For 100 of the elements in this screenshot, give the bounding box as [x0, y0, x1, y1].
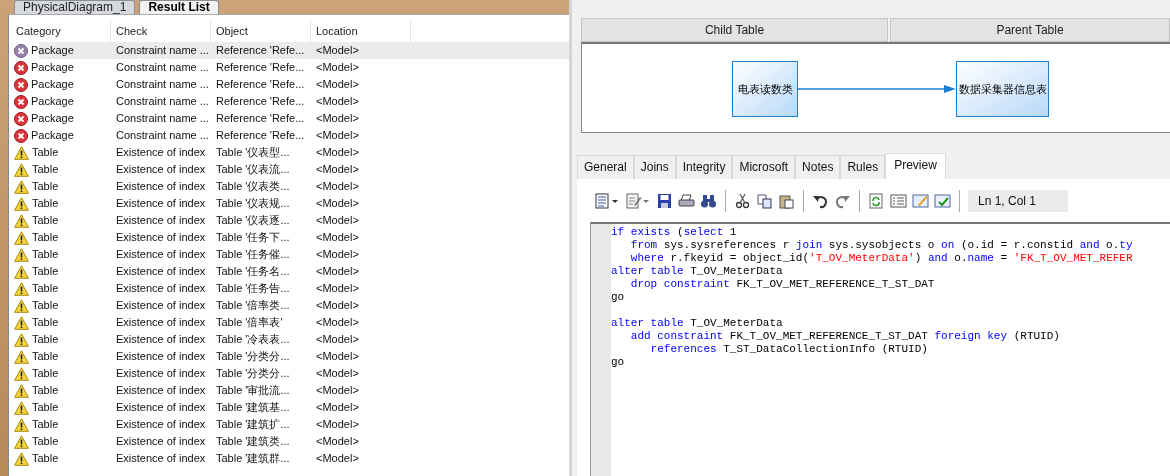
code-line: if exists (select 1 — [611, 226, 738, 239]
edit-dropdown-icon[interactable] — [625, 193, 651, 209]
property-tab[interactable]: Joins — [633, 155, 676, 179]
category-cell-text: Table — [32, 400, 59, 415]
category-cell-text: Table — [32, 349, 59, 364]
check-cell-text: Existence of index — [115, 400, 207, 415]
location-cell-text: <Model> — [315, 60, 360, 75]
object-cell-text: Table '审批流... — [215, 383, 291, 398]
check-cell-text: Constraint name ... — [115, 111, 210, 126]
category-cell-text: Table — [32, 315, 59, 330]
list-dropdown-icon[interactable] — [594, 193, 620, 209]
property-tab[interactable]: Integrity — [675, 155, 733, 179]
print-icon[interactable] — [678, 193, 695, 209]
object-cell-text: Table '建筑群... — [215, 451, 291, 466]
object-cell-text: Table '分类分... — [215, 366, 291, 381]
category-cell-text: Table — [32, 247, 59, 262]
location-cell-text: <Model> — [315, 128, 360, 143]
paste-icon[interactable] — [778, 193, 795, 209]
location-cell-text: <Model> — [315, 162, 360, 177]
save-icon[interactable] — [656, 193, 673, 209]
category-cell-text: Table — [32, 298, 59, 313]
category-cell-text: Table — [32, 213, 59, 228]
check-cell-text: Existence of index — [115, 162, 207, 177]
category-cell-text: Table — [32, 179, 59, 194]
column-header[interactable]: Location — [311, 20, 411, 42]
check-cell-text: Existence of index — [115, 264, 207, 279]
undo-icon[interactable] — [812, 193, 829, 209]
object-cell-text: Reference 'Refe... — [215, 60, 306, 75]
location-cell-text: <Model> — [315, 451, 360, 466]
location-cell-text: <Model> — [315, 43, 360, 58]
table-node[interactable]: 数据采集器信息表 — [956, 61, 1049, 117]
object-cell-text: Reference 'Refe... — [215, 94, 306, 109]
refresh-icon[interactable] — [868, 193, 885, 209]
code-line: drop constraint FK_T_OV_MET_REFERENCE_T_ST_DAT — [629, 278, 936, 291]
column-header[interactable]: Category — [11, 20, 111, 42]
location-cell-text: <Model> — [315, 111, 360, 126]
object-cell-text: Table '建筑基... — [215, 400, 291, 415]
category-cell-text: Table — [32, 230, 59, 245]
column-header: Child Table — [581, 18, 888, 42]
check-cell-text: Existence of index — [115, 315, 207, 330]
location-cell-text: <Model> — [315, 400, 360, 415]
object-cell-text: Table '任务告... — [215, 281, 291, 296]
category-cell-text: Package — [31, 77, 74, 92]
object-cell-text: Table '倍率类... — [215, 298, 291, 313]
location-cell-text: <Model> — [315, 298, 360, 313]
category-cell-text: Package — [31, 43, 74, 58]
object-cell-text: Table '任务催... — [215, 247, 291, 262]
code-line: alter table T_OV_MeterData — [611, 317, 784, 330]
check-cell-text: Existence of index — [115, 179, 207, 194]
location-cell-text: <Model> — [315, 196, 360, 211]
object-cell-text: Table '建筑类... — [215, 434, 291, 449]
check-cell-text: Existence of index — [115, 332, 207, 347]
selected-row[interactable]: Package Constraint name ... Reference 'Refe... <Model> — [11, 42, 569, 59]
column-header[interactable]: Object — [211, 20, 311, 42]
check-cell-text: Existence of index — [115, 213, 207, 228]
location-cell-text: <Model> — [315, 264, 360, 279]
binoculars-icon[interactable] — [700, 193, 717, 209]
copy-icon[interactable] — [756, 193, 773, 209]
category-cell-text: Table — [32, 162, 59, 177]
document-tab[interactable]: PhysicalDiagram_1 — [14, 0, 136, 14]
location-cell-text: <Model> — [315, 332, 360, 347]
object-cell-text: Table '任务名... — [215, 264, 291, 279]
category-cell-text: Package — [31, 94, 74, 109]
category-cell-text: Table — [32, 451, 59, 466]
category-cell-text: Package — [31, 111, 74, 126]
category-cell-text: Table — [32, 434, 59, 449]
location-cell-text: <Model> — [315, 247, 360, 262]
table-node[interactable]: 电表读数类 — [732, 61, 798, 117]
document-tab[interactable]: Result List — [139, 0, 219, 14]
code-line: go — [611, 356, 626, 369]
category-cell-text: Table — [32, 417, 59, 432]
check-cell-text: Constraint name ... — [115, 60, 210, 75]
property-tab[interactable]: Notes — [795, 155, 841, 179]
location-cell-text: <Model> — [315, 94, 360, 109]
column-header: Parent Table — [890, 18, 1170, 42]
check-cell-text: Existence of index — [115, 434, 207, 449]
check-cell-text: Existence of index — [115, 417, 207, 432]
scissors-icon[interactable] — [734, 193, 751, 209]
object-cell-text: Table '冷表表... — [215, 332, 291, 347]
category-cell-text: Table — [32, 383, 59, 398]
category-cell-text: Table — [32, 332, 59, 347]
check-cell-text: Existence of index — [115, 298, 207, 313]
category-cell-text: Package — [31, 60, 74, 75]
code-line: from sys.sysreferences r join sys.sysobjects o on (o.id = r.constid and o.ty — [629, 239, 1133, 252]
property-tab[interactable]: General — [577, 155, 634, 179]
check-cell-text: Existence of index — [115, 281, 207, 296]
check-cell-text: Existence of index — [115, 366, 207, 381]
location-cell-text: <Model> — [315, 434, 360, 449]
object-cell-text: Reference 'Refe... — [215, 111, 306, 126]
check-cell-text: Existence of index — [115, 451, 207, 466]
column-header[interactable]: Check — [111, 20, 211, 42]
property-tab[interactable]: Rules — [840, 155, 886, 179]
redo-icon[interactable] — [834, 193, 851, 209]
object-cell-text: Table '仪表型... — [215, 145, 291, 160]
cursor-position: Ln 1, Col 1 — [968, 190, 1068, 212]
check-cell-text: Constraint name ... — [115, 94, 210, 109]
check-cell-text: Constraint name ... — [115, 43, 210, 58]
check-form-icon[interactable] — [934, 193, 951, 209]
property-tab[interactable]: Preview — [885, 153, 946, 179]
property-tab[interactable]: Microsoft — [732, 155, 796, 179]
